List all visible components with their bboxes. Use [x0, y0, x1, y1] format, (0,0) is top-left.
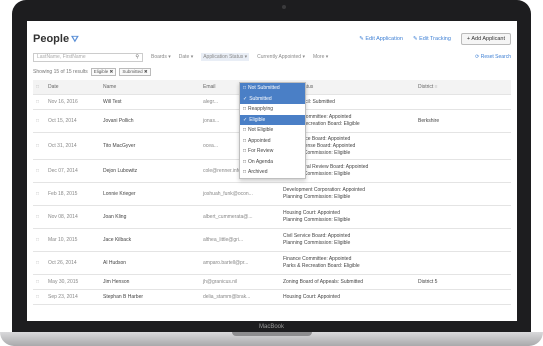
status-option[interactable]: □ Archived: [240, 167, 305, 178]
cell-board-status: Housing Court: Appointed Planning Commis…: [283, 210, 351, 223]
cell-date: Oct 31, 2014: [48, 143, 77, 149]
cell-date: Sep 23, 2014: [48, 294, 78, 300]
checkbox-icon: □: [243, 137, 247, 144]
check-icon: ✓: [243, 95, 248, 102]
col-date[interactable]: Date: [48, 84, 103, 90]
brand-label: MacBook: [258, 324, 284, 330]
filter-chip[interactable]: Eligible ✖: [90, 68, 117, 76]
cell-date: Dec 07, 2014: [48, 168, 78, 174]
cell-name[interactable]: Lonnie Krieger: [103, 191, 203, 197]
cell-date: Mar 10, 2015: [48, 237, 78, 243]
row-checkbox[interactable]: □: [33, 99, 48, 105]
row-checkbox[interactable]: □: [33, 143, 48, 149]
date-filter[interactable]: Date ▾: [179, 54, 193, 60]
status-option[interactable]: ✓ Eligible: [240, 114, 305, 125]
cell-date: Oct 26, 2014: [48, 260, 77, 266]
status-option[interactable]: □ Not Submitted: [240, 83, 305, 94]
cell-board-status: Civil Service Board: Appointed Planning …: [283, 233, 351, 246]
cell-name[interactable]: Tito MacGyver: [103, 143, 203, 149]
cell-board-status: Housing Court: Appointed: [283, 293, 340, 300]
checkbox-icon: □: [243, 106, 247, 113]
cell-name[interactable]: Stephan B Harber: [103, 294, 203, 300]
laptop-notch: [232, 332, 312, 336]
row-checkbox[interactable]: □: [33, 168, 48, 174]
cell-date: May 30, 2015: [48, 279, 79, 285]
cell-board-status: Development Corporation: Appointed Plann…: [283, 187, 365, 200]
cell-district: Berkshire: [418, 118, 440, 124]
status-option[interactable]: ✓ Submitted: [240, 93, 305, 104]
more-filter[interactable]: More ▾: [313, 54, 328, 60]
cell-email[interactable]: jh@granicus.nil: [203, 279, 283, 285]
add-applicant-button[interactable]: + Add Applicant: [460, 33, 511, 45]
cell-board-status: Finance Committee: Appointed Parks & Rec…: [283, 256, 360, 269]
row-checkbox[interactable]: □: [33, 260, 48, 266]
results-summary: Showing 15 of 15 results Eligible ✖ Subm…: [33, 68, 151, 76]
cell-email[interactable]: albert_cummerata@...: [203, 214, 283, 220]
cell-name[interactable]: Jovani Pollich: [103, 118, 203, 124]
row-checkbox[interactable]: □: [33, 214, 48, 220]
table-row[interactable]: □ Oct 26, 2014 Al Hudson amparo.bartell@pr.…: [33, 252, 511, 275]
status-option[interactable]: □ Reapplying: [240, 104, 305, 115]
boards-filter[interactable]: Boards ▾: [151, 54, 171, 60]
status-option[interactable]: □ On Agenda: [240, 157, 305, 168]
col-name[interactable]: Name: [103, 84, 203, 90]
status-option[interactable]: □ Appointed: [240, 136, 305, 147]
status-option[interactable]: □ For Review: [240, 146, 305, 157]
cell-date: Oct 15, 2014: [48, 118, 77, 124]
filter-bar: LastName, FirstName ⚲ Boards ▾ Date ▾ App…: [33, 52, 511, 62]
cell-email[interactable]: amparo.bartell@pr...: [203, 260, 283, 266]
cell-district: District 5: [418, 279, 438, 285]
checkbox-icon: □: [243, 169, 247, 176]
app-screen: People ⛛ ✎ Edit Application ✎ Edit Tracki…: [27, 21, 517, 321]
cell-date: Feb 18, 2015: [48, 191, 78, 197]
cell-email[interactable]: althea_little@gri...: [203, 237, 283, 243]
funnel-icon[interactable]: ⛛: [71, 34, 79, 44]
cell-board-status: Zoning Board of Appeals: Submitted: [283, 278, 364, 285]
header-actions: ✎ Edit Application ✎ Edit Tracking + Add…: [359, 33, 511, 45]
application-status-filter[interactable]: Application Status ▾: [201, 53, 250, 61]
search-icon: ⚲: [135, 54, 139, 60]
checkbox-icon: □: [243, 158, 247, 165]
cell-name[interactable]: Will Test: [103, 99, 203, 105]
edit-application-link[interactable]: ✎ Edit Application: [359, 36, 403, 42]
table-row[interactable]: □ Feb 18, 2015 Lonnie Krieger joshuah_funk@…: [33, 183, 511, 206]
table-row[interactable]: □ Sep 23, 2014 Stephan B Harber delia_stamm…: [33, 290, 511, 305]
checkbox-icon: □: [243, 127, 247, 134]
search-input[interactable]: LastName, FirstName ⚲: [33, 52, 143, 62]
reset-search-link[interactable]: ⟳ Reset Search: [475, 54, 511, 60]
row-checkbox[interactable]: □: [33, 191, 48, 197]
cell-email[interactable]: joshuah_funk@ocon...: [203, 191, 283, 197]
cell-email[interactable]: delia_stamm@brak...: [203, 294, 283, 300]
select-all-checkbox[interactable]: □: [33, 84, 48, 90]
currently-appointed-filter[interactable]: Currently Appointed ▾: [257, 54, 305, 60]
cell-name[interactable]: Dejon Lubowitz: [103, 168, 203, 174]
col-district[interactable]: District ≡: [418, 84, 498, 90]
checkbox-icon: □: [243, 85, 247, 92]
cell-name[interactable]: Jace Kilback: [103, 237, 203, 243]
row-checkbox[interactable]: □: [33, 279, 48, 285]
edit-tracking-link[interactable]: ✎ Edit Tracking: [413, 36, 451, 42]
cell-name[interactable]: Joan Kling: [103, 214, 203, 220]
cell-date: Nov 16, 2016: [48, 99, 78, 105]
status-option[interactable]: □ Not Eligible: [240, 125, 305, 136]
filter-chip[interactable]: Submitted ✖: [119, 68, 151, 76]
check-icon: ✓: [243, 116, 248, 123]
cell-name[interactable]: Al Hudson: [103, 260, 203, 266]
checkbox-icon: □: [243, 148, 247, 155]
cell-name[interactable]: Jim Henson: [103, 279, 203, 285]
cell-date: Nov 08, 2014: [48, 214, 78, 220]
status-dropdown-menu: □ Not Submitted ✓ Submitted □ Reapplying ✓ Elig…: [239, 82, 306, 179]
page-title: People ⛛: [33, 33, 79, 45]
table-row[interactable]: □ Nov 08, 2014 Joan Kling albert_cummerata@…: [33, 206, 511, 229]
row-checkbox[interactable]: □: [33, 294, 48, 300]
row-checkbox[interactable]: □: [33, 118, 48, 124]
row-checkbox[interactable]: □: [33, 237, 48, 243]
camera-dot: [282, 5, 286, 9]
table-row[interactable]: □ May 30, 2015 Jim Henson jh@granicus.nil Zo…: [33, 275, 511, 290]
table-row[interactable]: □ Mar 10, 2015 Jace Kilback althea_little@g…: [33, 229, 511, 252]
